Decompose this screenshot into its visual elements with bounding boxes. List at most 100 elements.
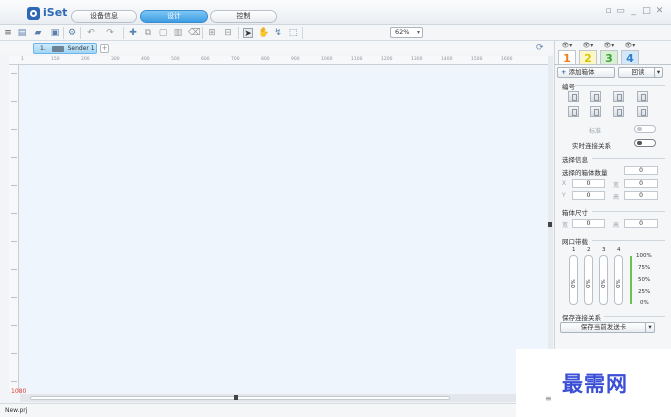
ruler-tick: 1000 (321, 57, 333, 62)
paste-icon[interactable]: ▢ (158, 28, 168, 38)
save-icon[interactable]: ▣ (50, 28, 60, 38)
screen-tab-1[interactable]: 1 (558, 50, 576, 65)
new-file-icon[interactable]: ▤ (17, 28, 27, 38)
numbering-pattern-3-icon[interactable] (613, 91, 624, 102)
read-back-button[interactable]: 回读 (618, 67, 658, 78)
select-info-title: 选择信息 (562, 156, 588, 164)
ruler-tick: 400 (141, 57, 150, 62)
collapse-icon[interactable]: ≡ (545, 394, 552, 403)
tab-sender-1[interactable]: 1. Sender 1 (33, 43, 97, 54)
eye-icon[interactable]: 👁▾ (579, 42, 597, 49)
close-icon[interactable]: ✕ (655, 7, 664, 16)
scale-0: 0% (640, 300, 649, 306)
select-icon[interactable]: ⬚ (288, 28, 298, 38)
connect-icon[interactable]: ↯ (273, 28, 283, 38)
numbering-pattern-4-icon[interactable] (637, 91, 648, 102)
ruler-vtick (11, 297, 17, 298)
cabinet-size-title: 箱体尺寸 (562, 209, 588, 217)
y-field[interactable]: 0 (572, 191, 605, 200)
x-field[interactable]: 0 (572, 179, 605, 188)
redo-icon[interactable]: ↷ (105, 28, 115, 38)
maximize-icon[interactable]: □ (642, 7, 651, 16)
port-2-load-value: 0% (586, 279, 592, 288)
ruler-tick: 1500 (471, 57, 483, 62)
screen-tab-4[interactable]: 4 (621, 50, 639, 65)
cabinet-height-field[interactable]: 0 (624, 219, 658, 228)
add-cabinet-button[interactable]: + 添加箱体 (557, 67, 615, 78)
numbering-pattern-6-icon[interactable] (590, 106, 601, 117)
ruler-tick: 800 (261, 57, 270, 62)
tab-control[interactable]: 控制 (210, 10, 277, 23)
cab-w-label: 宽 (562, 222, 569, 229)
scale-75: 75% (638, 265, 651, 271)
realtime-connect-label: 实时连接关系 (572, 142, 611, 150)
ruler-tick: 700 (231, 57, 240, 62)
add-sender-button[interactable]: + (100, 44, 109, 53)
numbering-pattern-8-icon[interactable] (637, 106, 648, 117)
title-bar: iSet 设备信息 设计 控制 ▫ ▭ _ □ ✕ (0, 0, 671, 25)
port-3-label: 3 (602, 247, 606, 253)
pan-hand-icon[interactable]: ✋ (258, 28, 269, 38)
app-logo-icon (27, 7, 40, 20)
save-to-card-button[interactable]: 保存当前发送卡 (560, 322, 647, 333)
numbering-pattern-5-icon[interactable] (568, 106, 579, 117)
screen-tab-3[interactable]: 3 (600, 50, 618, 65)
standard-label: 标准 (589, 128, 602, 135)
numbering-pattern-1-icon[interactable] (568, 91, 579, 102)
pointer-icon[interactable]: ➤ (243, 28, 253, 39)
eye-icon[interactable]: 👁▾ (621, 42, 639, 49)
vertical-ruler (9, 65, 19, 392)
group-icon[interactable]: ⊞ (207, 28, 217, 38)
port-4-label: 4 (617, 247, 621, 253)
eye-icon[interactable]: 👁▾ (558, 42, 576, 49)
minimize-icon[interactable]: _ (629, 7, 638, 16)
ruler-vtick (11, 157, 17, 158)
design-canvas[interactable] (20, 66, 548, 393)
screen-tab-2[interactable]: 2 (579, 50, 597, 65)
tab-device-info[interactable]: 设备信息 (71, 10, 137, 23)
cabinet-width-field[interactable]: 0 (572, 219, 605, 228)
width-field[interactable]: 0 (624, 179, 658, 188)
horizontal-scrollbar[interactable] (20, 394, 548, 402)
scale-100: 100% (636, 253, 652, 259)
scrollbar-thumb[interactable] (30, 396, 450, 400)
eye-icon[interactable]: 👁▾ (600, 42, 618, 49)
port-bandwidth-title: 网口带载 (562, 238, 588, 246)
ruler-vtick (11, 129, 17, 130)
settings-icon[interactable]: ⚙ (67, 28, 77, 38)
undo-icon[interactable]: ↶ (86, 28, 96, 38)
select-count-field: 0 (624, 166, 658, 175)
menu-icon[interactable]: ≡ (3, 28, 13, 38)
lock-icon[interactable]: ▫ (604, 7, 613, 16)
realtime-connect-toggle[interactable] (634, 139, 656, 147)
numbering-pattern-7-icon[interactable] (613, 106, 624, 117)
standard-toggle[interactable] (634, 125, 656, 133)
ruler-vtick (11, 213, 17, 214)
ruler-tick: 1200 (381, 57, 393, 62)
open-folder-icon[interactable]: ▰ (33, 28, 43, 38)
save-to-card-dropdown[interactable]: ▾ (645, 322, 655, 333)
read-back-dropdown[interactable]: ▾ (654, 67, 663, 78)
watermark: 最需网 (562, 371, 628, 396)
scale-bar (630, 256, 632, 304)
cab-h-label: 高 (613, 222, 620, 229)
height-field[interactable]: 0 (624, 191, 658, 200)
x-label: X (562, 180, 567, 187)
ruler-tick: 1400 (441, 57, 453, 62)
zoom-select[interactable]: 62% ▾ (390, 27, 423, 38)
ruler-vtick (11, 269, 17, 270)
monitor-icon[interactable]: ▭ (616, 7, 625, 16)
clear-icon[interactable]: ⌫ (188, 28, 201, 38)
save-connection-title: 保存连接关系 (562, 314, 601, 322)
delete-icon[interactable]: ▥ (173, 28, 183, 38)
splitter-handle[interactable] (548, 222, 552, 227)
ungroup-icon[interactable]: ⊟ (223, 28, 233, 38)
ruler-vtick (11, 381, 17, 382)
copy-icon[interactable]: ⧉ (143, 28, 153, 38)
ruler-tick: 1300 (411, 57, 423, 62)
tab-design[interactable]: 设计 (140, 10, 208, 23)
add-icon[interactable]: ✚ (128, 28, 138, 38)
refresh-icon[interactable]: ⟳ (536, 43, 544, 53)
numbering-pattern-2-icon[interactable] (590, 91, 601, 102)
ruler-vtick (11, 185, 17, 186)
